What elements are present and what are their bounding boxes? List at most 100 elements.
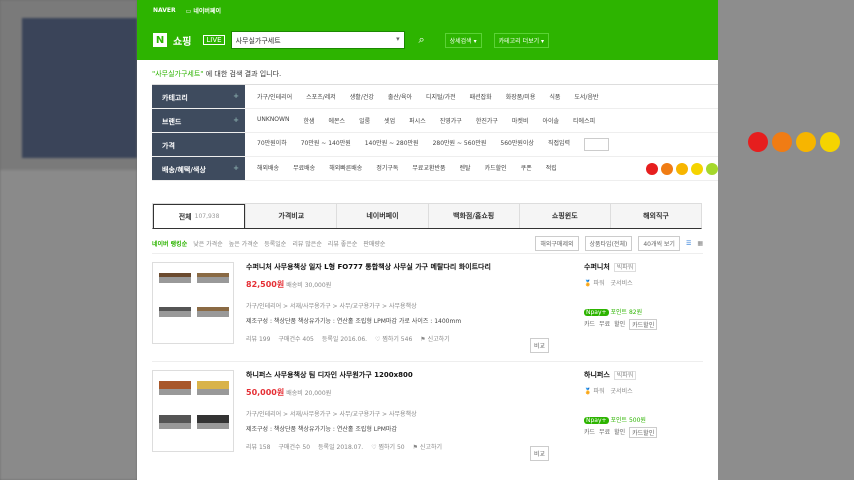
product-title[interactable]: 하니퍼스 사무용책상 팀 디자인 사무원가구 1200x800 <box>246 370 546 380</box>
sort-option[interactable]: 낮은 가격순 <box>193 239 223 248</box>
color-swatch[interactable] <box>646 162 658 175</box>
sort-option[interactable]: 리뷰 좋은순 <box>328 239 358 248</box>
shopping-live-badge[interactable]: LIVE <box>203 35 225 45</box>
sort-option[interactable]: 판매량순 <box>363 239 385 248</box>
compare-button[interactable]: 비교 <box>530 446 550 461</box>
filter-option[interactable]: 280만원 ~ 560만원 <box>433 138 487 151</box>
filter-option[interactable]: 해외빠른배송 <box>329 163 362 175</box>
filter-option[interactable]: 마켓비 <box>512 116 529 125</box>
filter-option[interactable]: 퍼시스 <box>409 116 426 125</box>
filter-option[interactable]: 디지털/가전 <box>426 92 456 101</box>
filter-option[interactable]: 70만원이하 <box>257 138 287 151</box>
tab-3[interactable]: 백화점/홈쇼핑 <box>427 204 519 228</box>
color-swatch[interactable] <box>676 162 688 175</box>
filter-option[interactable]: 무료교환반품 <box>412 163 445 175</box>
tab-0[interactable]: 전체 107,938 <box>153 204 246 228</box>
tab-5[interactable]: 해외직구 <box>609 204 702 228</box>
tab-1[interactable]: 가격비교 <box>245 204 337 228</box>
filter-option[interactable]: 정기구독 <box>376 163 398 175</box>
sort-option[interactable]: 등록일순 <box>264 239 286 248</box>
filter-option[interactable]: 티에스피 <box>573 116 595 125</box>
benefit-box: 카드할인 <box>629 319 658 330</box>
filter-option[interactable]: 렌탈 <box>460 163 471 175</box>
plus-icon[interactable]: + <box>233 164 239 172</box>
color-swatch[interactable] <box>691 162 703 175</box>
n-logo[interactable]: N <box>153 33 167 47</box>
sort-option[interactable]: 높은 가격순 <box>229 239 259 248</box>
sort-select[interactable]: 40개씩 보기 <box>638 235 680 251</box>
compare-button[interactable]: 비교 <box>530 338 550 353</box>
power-seller-icon: 🏅 <box>584 388 592 395</box>
review-count[interactable]: 리뷰 158 <box>246 442 270 451</box>
filter-option[interactable]: 에몬스 <box>329 116 346 125</box>
product-title[interactable]: 수퍼니처 사무용책상 일자 L형 FO777 통합책상 사무실 가구 메탈다리 … <box>246 262 546 272</box>
color-swatch[interactable] <box>661 162 673 175</box>
filter-option[interactable]: 도서/음반 <box>574 92 598 101</box>
filter-option[interactable]: 식품 <box>549 92 560 101</box>
filter-option[interactable]: 직접입력 <box>548 138 570 151</box>
filter-option[interactable]: 진영가구 <box>440 116 462 125</box>
filter-option[interactable]: 해외배송 <box>257 163 279 175</box>
store-name[interactable]: 수퍼니처 빅파워 <box>584 262 702 272</box>
sort-option[interactable]: 리뷰 많은순 <box>292 239 322 248</box>
sort-option[interactable]: 네이버 랭킹순 <box>152 239 187 248</box>
plus-icon[interactable]: + <box>233 116 239 124</box>
category-more-button[interactable]: 카테고리 더보기 ▾ <box>493 32 550 48</box>
background-panel-gray <box>0 170 137 480</box>
filter-option[interactable]: 아이솔 <box>542 116 559 125</box>
filter-option[interactable]: 셋업 <box>384 116 395 125</box>
list-view-icon[interactable]: ☰ <box>686 240 691 247</box>
filter-option[interactable]: 70만원 ~ 140만원 <box>301 138 351 151</box>
shopping-title[interactable]: 쇼핑 <box>173 33 191 48</box>
review-count[interactable]: 리뷰 199 <box>246 334 270 343</box>
sort-select[interactable]: 상품타입(전체) <box>584 235 633 251</box>
naver-pay-link[interactable]: ▭ 네이버페이 <box>186 6 221 15</box>
filter-option[interactable]: 패션잡화 <box>470 92 492 101</box>
filter-option[interactable]: UNKNOWN <box>257 116 289 125</box>
store-name[interactable]: 하니퍼스 빅파워 <box>584 370 702 380</box>
filter-option[interactable]: 생활/건강 <box>350 92 374 101</box>
chevron-down-icon[interactable]: ▾ <box>396 35 400 43</box>
filter-option[interactable]: 한샘 <box>303 116 314 125</box>
report-link[interactable]: ⚑ 신고하기 <box>413 442 442 451</box>
price-min-input[interactable] <box>584 138 610 151</box>
filter-option[interactable]: 적립 <box>546 163 557 175</box>
report-link[interactable]: ⚑ 신고하기 <box>420 334 449 343</box>
filter-label[interactable]: 브랜드 + <box>152 109 245 132</box>
sort-select[interactable]: 해외구매제외 <box>535 235 579 251</box>
filter-option[interactable]: 한진가구 <box>476 116 498 125</box>
filter-option[interactable]: 가구/인테리어 <box>257 92 292 101</box>
plus-icon[interactable]: + <box>233 92 239 100</box>
filter-label[interactable]: 배송/혜택/색상 + <box>152 157 245 180</box>
tab-4[interactable]: 쇼핑윈도 <box>518 204 610 228</box>
filter-option[interactable]: 140만원 ~ 280만원 <box>365 138 419 151</box>
color-swatch[interactable] <box>706 162 718 175</box>
filter-option[interactable]: 쿠폰 <box>521 163 532 175</box>
product-thumbnail[interactable] <box>152 370 234 452</box>
category-path[interactable]: 가구/인테리어 > 서재/사무용가구 > 사무/교구용가구 > 사무용책상 <box>246 301 546 310</box>
search-input[interactable]: 사무실가구세트 ▾ <box>230 31 405 49</box>
thumbnail-desk-shape <box>197 415 229 429</box>
filter-option[interactable]: 스포츠/레저 <box>306 92 336 101</box>
filter-option[interactable]: 화장품/미용 <box>506 92 536 101</box>
product-thumbnail[interactable] <box>152 262 234 344</box>
filter-option[interactable]: 출산/육아 <box>388 92 412 101</box>
benefit-box: 카드할인 <box>629 427 658 438</box>
filter-option[interactable]: 일룸 <box>359 116 370 125</box>
zzim-link[interactable]: ♡ 찜하기 546 <box>375 334 412 343</box>
advanced-search-button[interactable]: 상세검색 ▾ <box>444 32 482 48</box>
filter-label[interactable]: 가격 <box>152 133 245 156</box>
filter-label[interactable]: 카테고리 + <box>152 85 245 108</box>
grid-view-icon[interactable]: ▦ <box>697 240 703 247</box>
filter-option[interactable]: 카드할인 <box>485 163 507 175</box>
filter-option[interactable]: 무료배송 <box>293 163 315 175</box>
category-path[interactable]: 가구/인테리어 > 서재/사무용가구 > 사무/교구용가구 > 사무용책상 <box>246 409 546 418</box>
filter-option[interactable]: 560만원이상 <box>500 138 534 151</box>
benefit-tag: 할인 <box>614 429 626 436</box>
zzim-link[interactable]: ♡ 찜하기 50 <box>371 442 404 451</box>
naver-logo[interactable]: NAVER <box>153 7 176 14</box>
tab-2[interactable]: 네이버페이 <box>336 204 428 228</box>
filter-values: 70만원이하 70만원 ~ 140만원 140만원 ~ 280만원 280만원 ~ 5… <box>245 138 718 151</box>
store-grade: 빅파워 <box>613 263 637 272</box>
search-button[interactable]: ⌕ <box>411 31 433 49</box>
